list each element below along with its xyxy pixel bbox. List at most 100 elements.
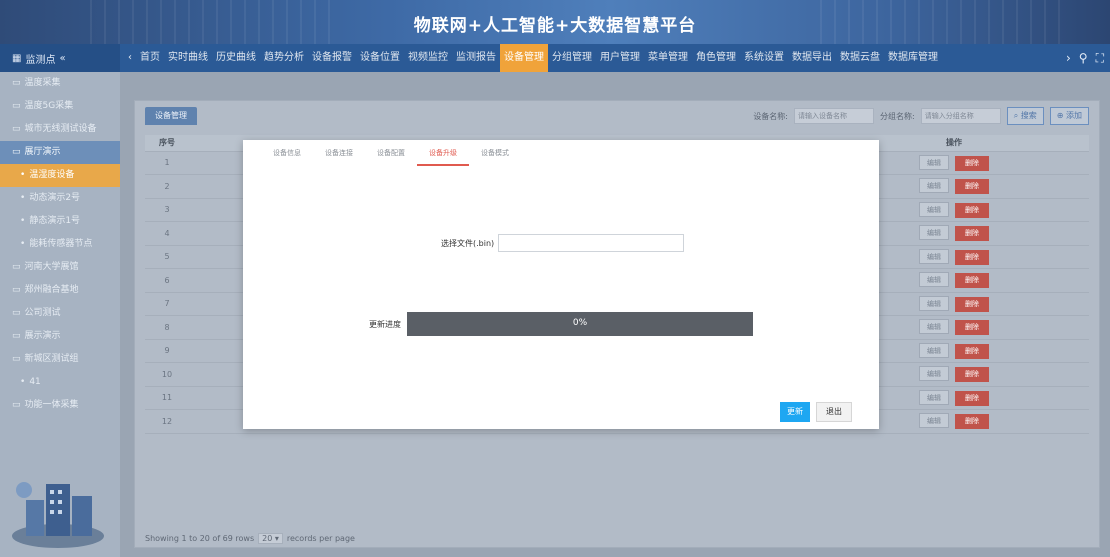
delete-button[interactable]: 删除	[955, 367, 989, 383]
search-button[interactable]: ⌕ 搜索	[1006, 107, 1044, 125]
nav-item[interactable]: 历史曲线	[212, 44, 260, 72]
sidebar-item[interactable]: • 能耗传感器节点	[0, 233, 120, 256]
dialog-tab[interactable]: 设备信息	[261, 140, 313, 166]
plus-icon: ⊕	[1056, 111, 1066, 120]
table-cell: 4	[145, 221, 189, 246]
nav-menu: ‹ 首页 实时曲线 历史曲线 趋势分析 设备报警 设备位置 视频监控 监测报告 设备管理 分组管理…	[124, 44, 942, 72]
sidebar-item[interactable]: ▭ 公司测试	[0, 302, 120, 325]
edit-button[interactable]: 编辑	[919, 248, 949, 264]
sidebar-item[interactable]: • 动态演示2号	[0, 187, 120, 210]
city-building-icon	[12, 482, 104, 548]
nav-item[interactable]: 设备管理	[500, 44, 548, 72]
update-button[interactable]: 更新	[780, 402, 810, 422]
file-select-row: 选择文件(.bin)	[441, 234, 685, 252]
edit-button[interactable]: 编辑	[919, 201, 949, 217]
exit-button[interactable]: 退出	[816, 402, 852, 422]
file-input[interactable]	[498, 234, 685, 252]
sidebar-item[interactable]: ▭ 新城区测试组	[0, 348, 120, 371]
nav-item[interactable]: 监测报告	[452, 44, 500, 72]
table-cell: 9	[145, 339, 189, 363]
edit-button[interactable]: 编辑	[919, 178, 949, 194]
edit-button[interactable]: 编辑	[919, 225, 949, 241]
sidebar-item[interactable]: • 温湿度设备	[0, 164, 120, 187]
grid-icon: ▦	[12, 52, 22, 64]
nav-item[interactable]: 角色管理	[692, 44, 740, 72]
edit-button[interactable]: 编辑	[919, 154, 949, 170]
progress-row: 更新进度 0%	[369, 312, 753, 336]
nav-prev-icon[interactable]: ‹	[124, 44, 136, 72]
progress-bar: 0%	[407, 312, 753, 336]
sidebar-item[interactable]: ▭ 城市无线测试设备	[0, 118, 120, 141]
delete-button[interactable]: 删除	[955, 179, 989, 195]
dialog-tab[interactable]: 设备模式	[469, 140, 521, 166]
app-title: 物联网+人工智能+大数据智慧平台	[413, 16, 697, 36]
table-cell: 1	[145, 151, 189, 175]
folder-icon: ▭	[12, 101, 21, 111]
device-name-input[interactable]: 请输入设备名称	[794, 108, 875, 124]
nav-item[interactable]: 用户管理	[596, 44, 644, 72]
delete-button[interactable]: 删除	[955, 273, 989, 289]
nav-next-icon[interactable]: ›	[1066, 51, 1071, 65]
delete-button[interactable]: 删除	[955, 296, 989, 312]
nav-item[interactable]: 系统设置	[740, 44, 788, 72]
edit-button[interactable]: 编辑	[919, 342, 949, 358]
file-label: 选择文件(.bin)	[441, 238, 495, 248]
page-size-select[interactable]: 20 ▾	[258, 533, 283, 544]
edit-button[interactable]: 编辑	[919, 389, 949, 405]
delete-button[interactable]: 删除	[955, 414, 989, 430]
folder-icon: ▭	[12, 78, 21, 88]
sidebar-item[interactable]: ▭ 郑州融合基地	[0, 279, 120, 302]
nav-item[interactable]: 视频监控	[404, 44, 452, 72]
collapse-icon[interactable]: «	[59, 53, 65, 64]
panel-tab[interactable]: 设备管理	[145, 107, 197, 125]
sidebar-item-label: 新城区测试组	[24, 354, 79, 364]
sidebar-item[interactable]: ▭ 温度采集	[0, 72, 120, 95]
sidebar-item[interactable]: ▭ 展示演示	[0, 325, 120, 348]
nav-item[interactable]: 数据导出	[788, 44, 836, 72]
nav-item[interactable]: 首页	[136, 44, 164, 72]
bullet-icon: •	[20, 170, 26, 180]
sidebar-item[interactable]: • 41	[0, 371, 120, 394]
delete-button[interactable]: 删除	[955, 249, 989, 265]
delete-button[interactable]: 删除	[955, 155, 989, 171]
nav-item[interactable]: 实时曲线	[164, 44, 212, 72]
sidebar-item-label: 能耗传感器节点	[29, 239, 93, 249]
user-icon[interactable]: ⚲	[1079, 51, 1088, 65]
dialog-tab[interactable]: 设备连接	[313, 140, 365, 166]
sidebar-item[interactable]: ▭ 温度5G采集	[0, 95, 120, 118]
sidebar-item[interactable]: ▭ 功能一体采集	[0, 394, 120, 417]
delete-button[interactable]: 删除	[955, 226, 989, 242]
brand[interactable]: ▦ 监测点 «	[0, 44, 120, 72]
sidebar-item[interactable]: • 静态演示1号	[0, 210, 120, 233]
filter-bar: 设备名称: 请输入设备名称 分组名称: 请输入分组名称 ⌕ 搜索 ⊕ 添加	[753, 107, 1089, 125]
nav-item[interactable]: 设备报警	[308, 44, 356, 72]
nav-item[interactable]: 菜单管理	[644, 44, 692, 72]
edit-button[interactable]: 编辑	[919, 413, 949, 429]
sidebar-item[interactable]: ▭ 展厅演示	[0, 141, 120, 164]
dialog-tab[interactable]: 设备升级	[417, 140, 469, 166]
edit-button[interactable]: 编辑	[919, 272, 949, 288]
group-name-input[interactable]: 请输入分组名称	[920, 108, 1001, 124]
delete-button[interactable]: 删除	[955, 202, 989, 218]
nav-item[interactable]: 设备位置	[356, 44, 404, 72]
delete-button[interactable]: 删除	[955, 343, 989, 359]
delete-button[interactable]: 删除	[955, 320, 989, 336]
sidebar-item-label: 功能一体采集	[24, 400, 79, 410]
app-header: 物联网+人工智能+大数据智慧平台	[0, 0, 1110, 44]
sidebar-item[interactable]: ▭ 河南大学展馆	[0, 256, 120, 279]
folder-icon: ▭	[12, 308, 21, 318]
nav-item[interactable]: 数据云盘	[836, 44, 884, 72]
nav-item[interactable]: 分组管理	[548, 44, 596, 72]
fullscreen-icon[interactable]: ⛶	[1096, 51, 1104, 66]
nav-item[interactable]: 数据库管理	[884, 44, 942, 72]
dialog-tab[interactable]: 设备配置	[365, 140, 417, 166]
delete-button[interactable]: 删除	[955, 390, 989, 406]
nav-item[interactable]: 趋势分析	[260, 44, 308, 72]
per-page-label: records per page	[286, 534, 355, 543]
edit-button[interactable]: 编辑	[919, 295, 949, 311]
folder-icon: ▭	[12, 262, 21, 272]
edit-button[interactable]: 编辑	[919, 366, 949, 382]
pagination-info: Showing 1 to 20 of 69 rows 20 ▾ records …	[145, 533, 355, 544]
add-button[interactable]: ⊕ 添加	[1049, 107, 1089, 125]
edit-button[interactable]: 编辑	[919, 319, 949, 335]
